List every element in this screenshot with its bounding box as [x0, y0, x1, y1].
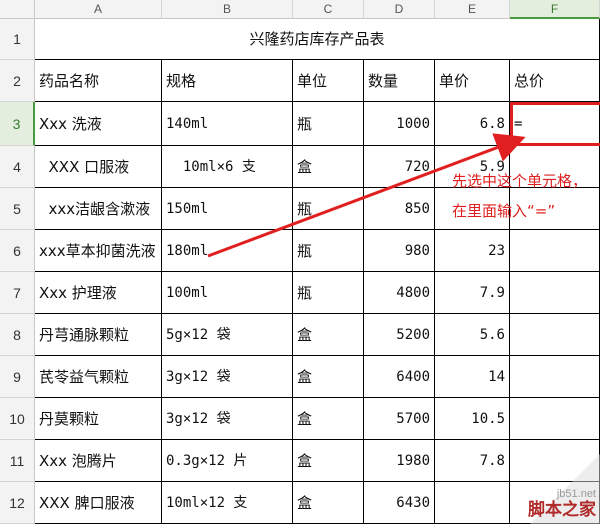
annotation-arrow — [207, 133, 526, 258]
annotation-line-2: 在里面输入“=” — [452, 202, 556, 220]
selected-cell-F3[interactable] — [510, 102, 600, 146]
annotation-line-1: 先选中这个单元格， — [452, 172, 588, 190]
watermark-brand: 脚本之家 — [528, 500, 596, 520]
